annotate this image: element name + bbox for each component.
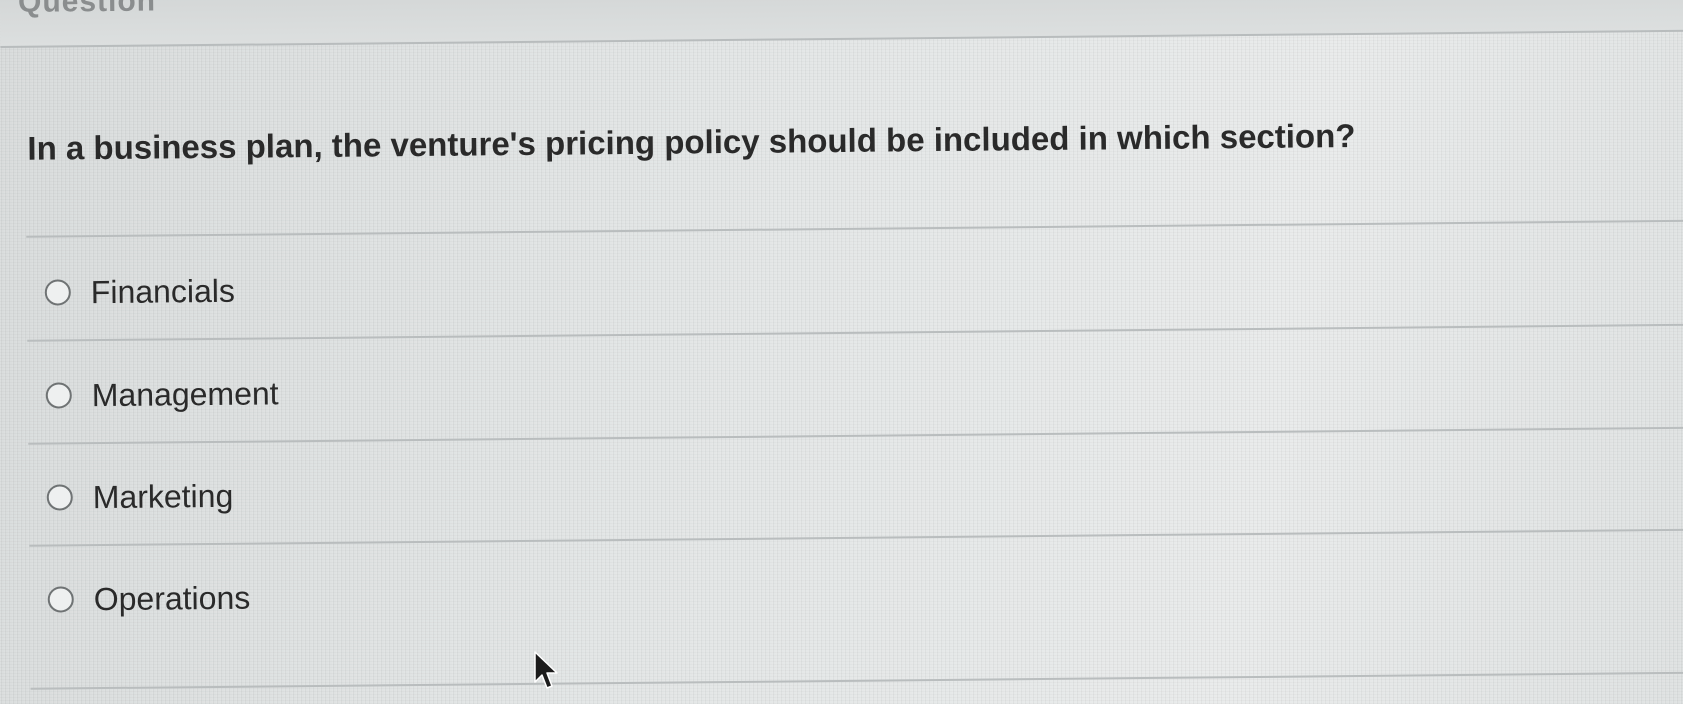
radio-unselected-icon[interactable] xyxy=(44,279,71,306)
radio-unselected-icon[interactable] xyxy=(46,484,73,511)
question-prompt: In a business plan, the venture's pricin… xyxy=(27,116,1356,167)
option-management[interactable]: Management xyxy=(45,371,279,417)
option-marketing[interactable]: Marketing xyxy=(46,474,234,520)
divider xyxy=(27,323,1683,342)
radio-unselected-icon[interactable] xyxy=(47,586,74,613)
question-card: Question In a business plan, the venture… xyxy=(0,0,1683,704)
option-financials[interactable]: Financials xyxy=(44,269,235,315)
radio-unselected-icon[interactable] xyxy=(45,382,72,409)
option-label[interactable]: Management xyxy=(92,375,279,414)
divider xyxy=(30,671,1683,690)
option-label[interactable]: Operations xyxy=(94,579,251,618)
option-label[interactable]: Marketing xyxy=(93,477,234,515)
question-header-title: Question xyxy=(17,0,157,19)
divider xyxy=(26,219,1683,238)
option-label[interactable]: Financials xyxy=(91,272,235,310)
option-operations[interactable]: Operations xyxy=(47,576,251,622)
divider xyxy=(28,426,1683,445)
divider xyxy=(29,528,1683,547)
question-header: Question xyxy=(0,0,1683,48)
mouse-cursor-icon xyxy=(534,651,558,689)
